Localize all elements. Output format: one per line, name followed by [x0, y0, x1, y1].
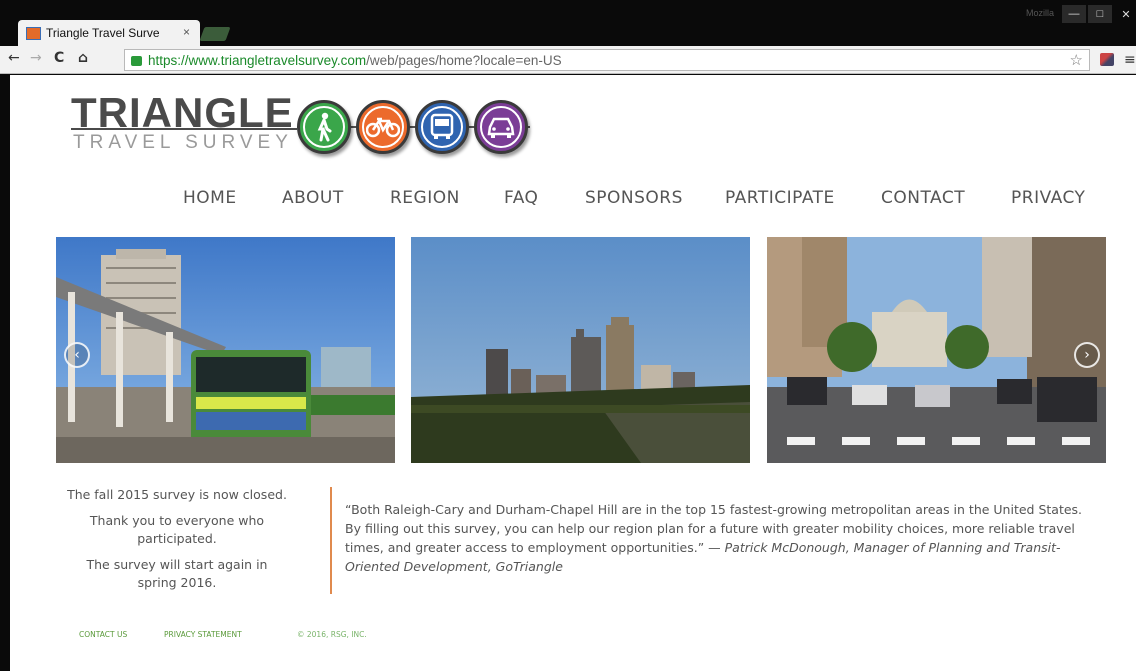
status-closed-text: The fall 2015 survey is now closed.	[67, 487, 287, 502]
logo-subtitle: TRAVEL SURVEY	[73, 132, 293, 153]
carousel-prev-icon[interactable]: ‹	[64, 342, 90, 368]
bus-station-photo: ‹	[56, 237, 395, 463]
browser-titlebar: Triangle Travel Surve × Mozilla — □ ✕	[0, 0, 1136, 46]
downtown-street-photo: ›	[767, 237, 1106, 463]
browser-tab[interactable]: Triangle Travel Surve ×	[18, 20, 200, 46]
footer-copyright: © 2016, RSG, INC.	[297, 630, 367, 639]
url-host: www.triangletravelsurvey.com	[188, 52, 367, 68]
back-icon[interactable]: ←	[8, 50, 20, 66]
tab-title: Triangle Travel Surve	[46, 26, 160, 40]
status-restart-text: The survey will start again in spring 20…	[86, 557, 268, 590]
forward-icon[interactable]: →	[30, 50, 42, 66]
walk-icon	[297, 100, 351, 154]
tab-close-icon[interactable]: ×	[183, 25, 190, 39]
nav-region[interactable]: REGION	[390, 188, 460, 208]
web-page: TRIANGLE TRAVEL SURVEY HOME ABOUT REGION…	[10, 75, 1136, 671]
address-bar[interactable]: https://www.triangletravelsurvey.com/web…	[124, 49, 1090, 71]
minimize-icon[interactable]: —	[1062, 5, 1086, 23]
main-nav: HOME ABOUT REGION FAQ SPONSORS PARTICIPA…	[10, 188, 1136, 212]
extension-icon[interactable]	[1100, 53, 1114, 66]
footer-privacy-link[interactable]: PRIVACY STATEMENT	[164, 630, 242, 639]
nav-faq[interactable]: FAQ	[504, 188, 538, 208]
star-icon[interactable]: ☆	[1070, 51, 1083, 69]
menu-icon[interactable]: ≡	[1124, 52, 1136, 68]
home-icon[interactable]: ⌂	[78, 50, 88, 66]
close-window-icon[interactable]: ✕	[1114, 5, 1136, 23]
window-user-label: Mozilla	[1025, 8, 1054, 18]
nav-participate[interactable]: PARTICIPATE	[725, 188, 835, 208]
browser-toolbar: ← → C ⌂ https://www.triangletravelsurvey…	[0, 46, 1136, 74]
lock-icon	[131, 56, 142, 66]
reload-icon[interactable]: C	[54, 50, 64, 66]
bike-icon	[356, 100, 410, 154]
new-tab-button[interactable]	[199, 27, 231, 41]
nav-home[interactable]: HOME	[183, 188, 237, 208]
nav-sponsors[interactable]: SPONSORS	[585, 188, 683, 208]
favicon-icon	[26, 26, 41, 40]
carousel-next-icon[interactable]: ›	[1074, 342, 1100, 368]
nav-contact[interactable]: CONTACT	[881, 188, 965, 208]
city-skyline-photo	[411, 237, 750, 463]
car-icon	[474, 100, 528, 154]
footer-contact-link[interactable]: CONTACT US	[79, 630, 127, 639]
status-thanks-text: Thank you to everyone who participated.	[89, 513, 265, 546]
logo-underline	[71, 128, 297, 130]
url-path: /web/pages/home?locale=en-US	[366, 52, 562, 68]
bus-icon	[415, 100, 469, 154]
quote-divider	[330, 487, 332, 594]
quote-block: “Both Raleigh-Cary and Durham-Chapel Hil…	[345, 500, 1091, 576]
url-scheme: https://	[148, 52, 189, 68]
survey-status: The fall 2015 survey is now closed. Than…	[66, 486, 288, 600]
nav-privacy[interactable]: PRIVACY	[1011, 188, 1085, 208]
nav-about[interactable]: ABOUT	[282, 188, 344, 208]
maximize-icon[interactable]: □	[1088, 5, 1112, 23]
